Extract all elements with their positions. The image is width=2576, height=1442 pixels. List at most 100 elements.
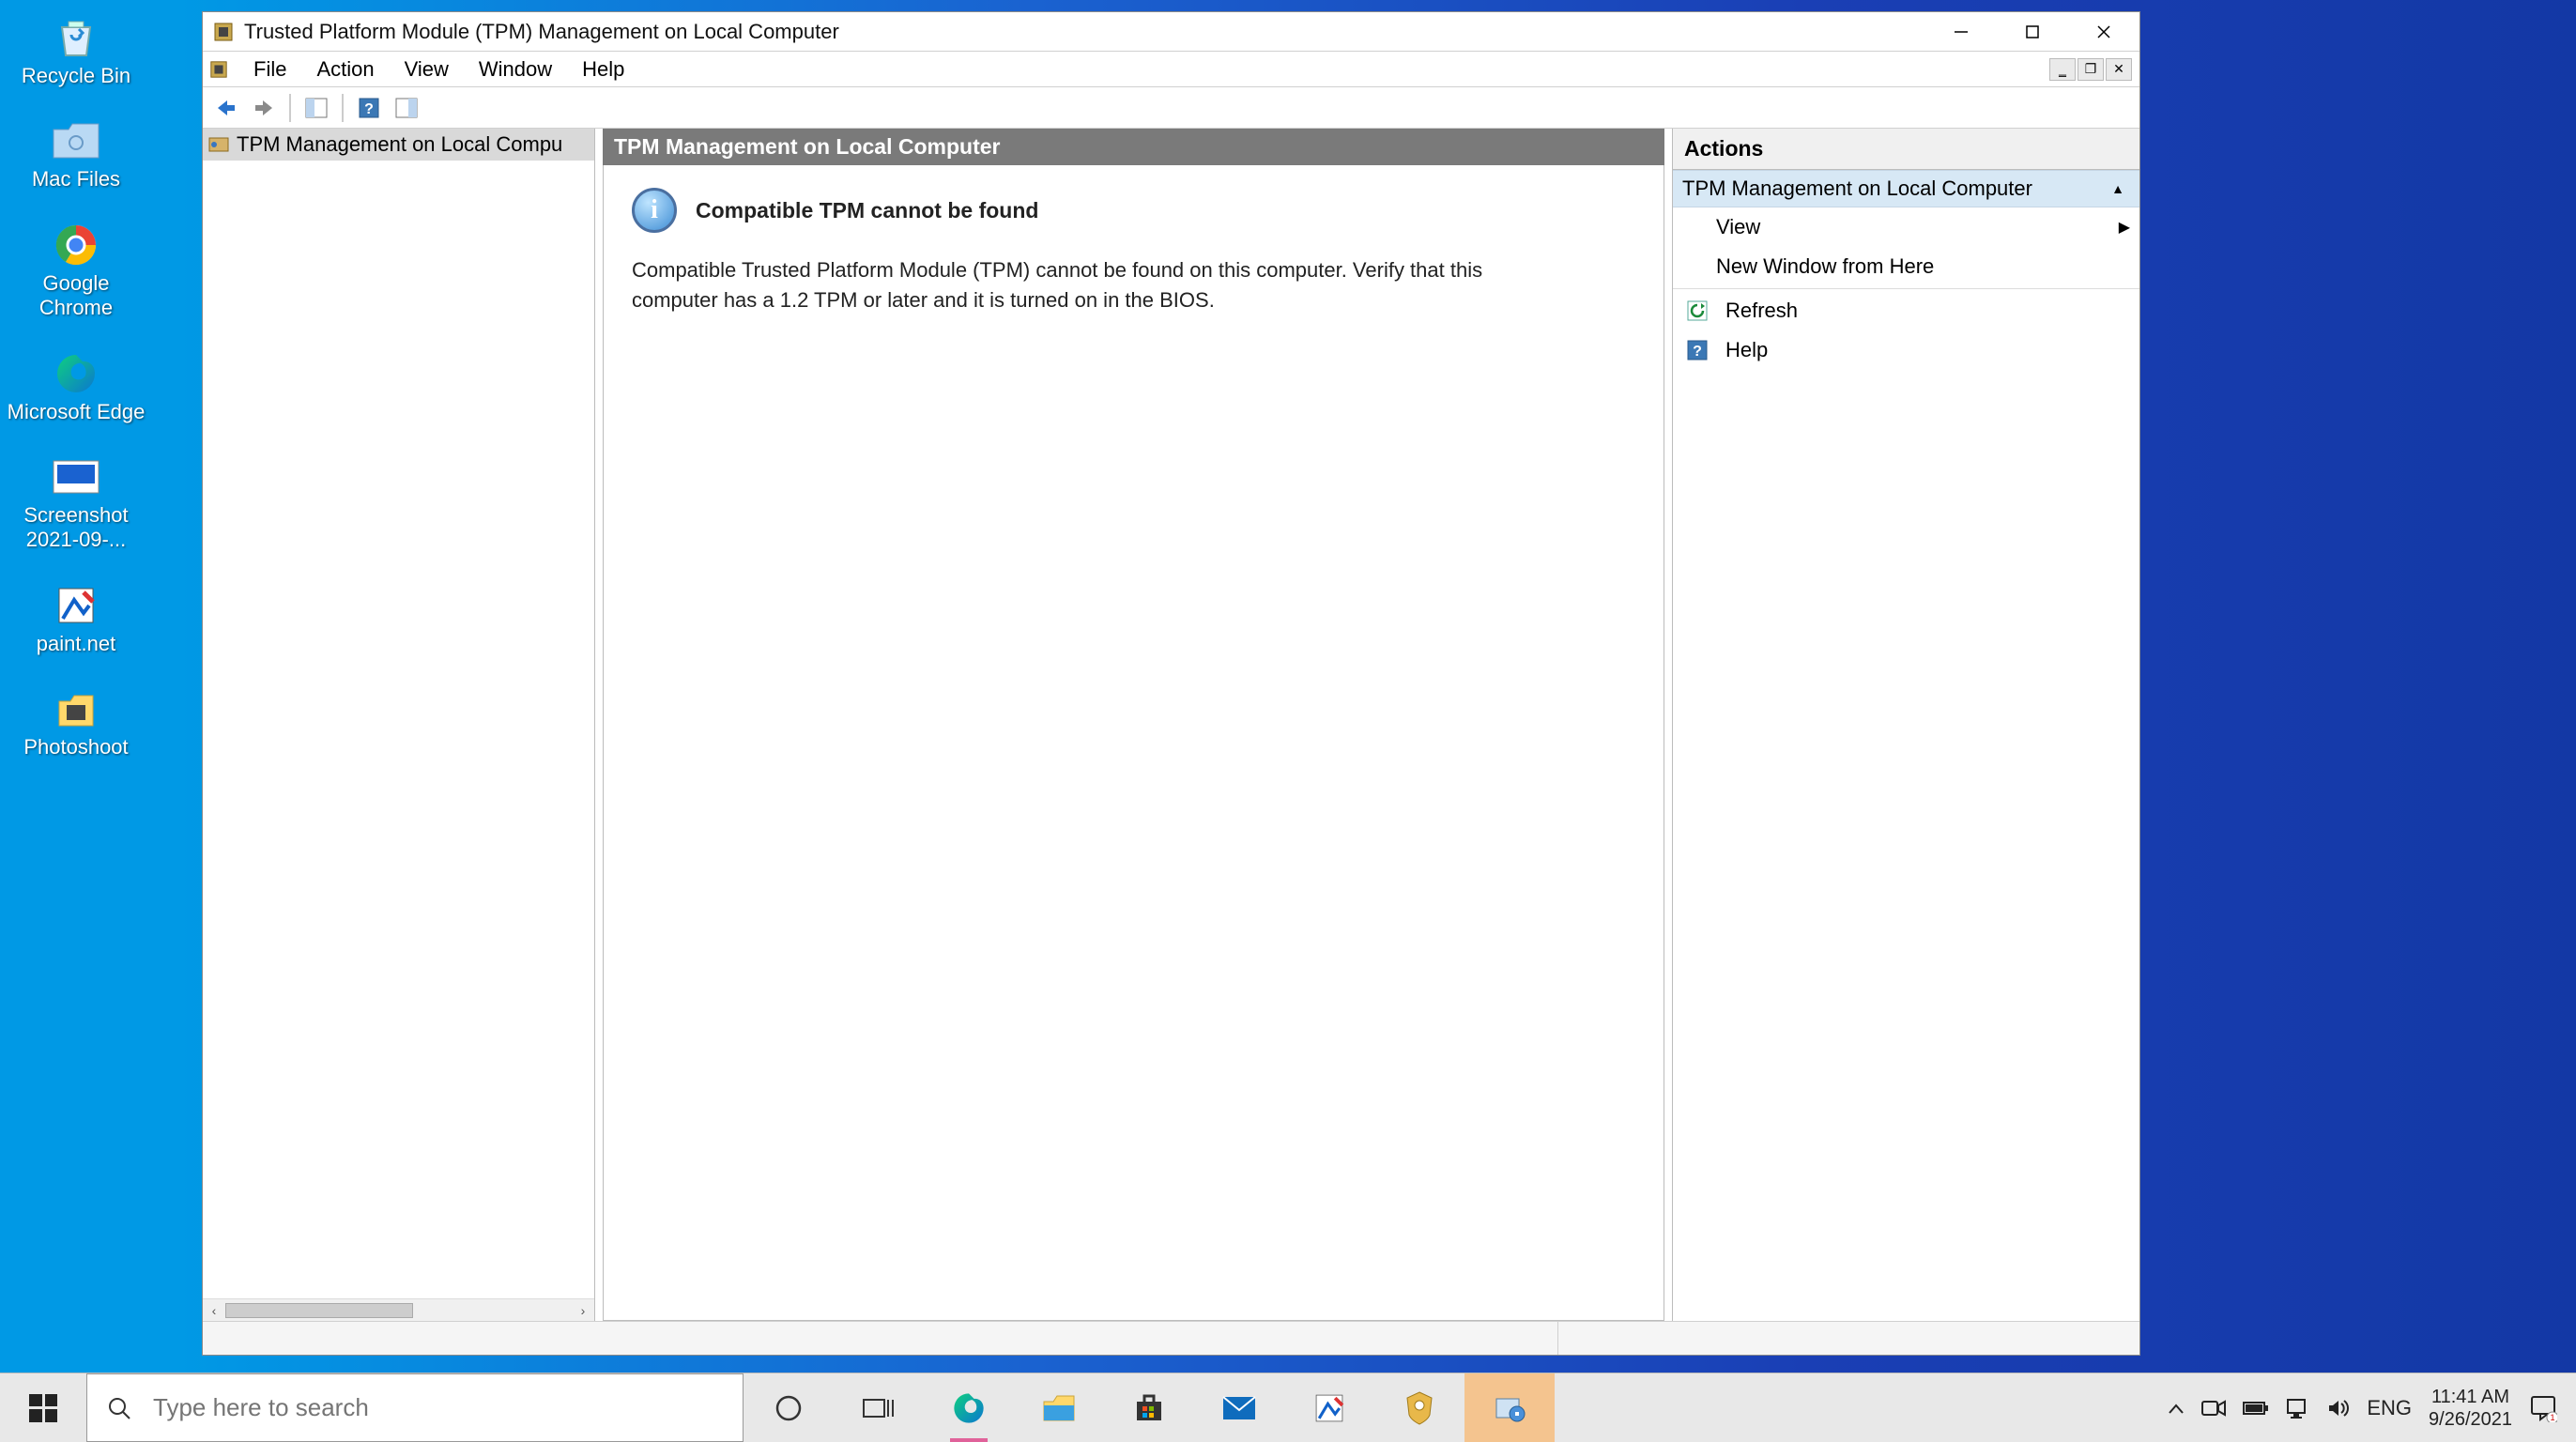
desktop-icon-mac-files[interactable]: Mac Files: [6, 109, 146, 212]
desktop-icon-label: Screenshot 2021-09-...: [6, 503, 146, 553]
search-input[interactable]: [153, 1393, 724, 1422]
tray-meet-now-icon[interactable]: [2201, 1399, 2226, 1418]
tray-network-icon[interactable]: [2286, 1398, 2310, 1419]
taskbar-icons: [744, 1373, 1555, 1442]
tray-action-center-icon[interactable]: 1: [2529, 1394, 2557, 1422]
action-label: View: [1716, 215, 1760, 239]
minimize-button[interactable]: [1925, 12, 1997, 52]
tpm-app-icon: [208, 59, 229, 80]
start-button[interactable]: [0, 1373, 86, 1442]
taskbar-paintnet[interactable]: [1284, 1373, 1374, 1442]
taskbar: ENG 11:41 AM 9/26/2021 1: [0, 1373, 2576, 1442]
folder-photos-icon: [50, 686, 102, 731]
desktop: Recycle Bin Mac Files Google Chrome Micr…: [0, 0, 188, 781]
back-button[interactable]: [208, 91, 244, 125]
desktop-icon-label: Google Chrome: [6, 271, 146, 321]
menubar: File Action View Window Help ‗ ❐ ✕: [203, 52, 2139, 87]
titlebar: Trusted Platform Module (TPM) Management…: [203, 12, 2139, 52]
tray-clock[interactable]: 11:41 AM 9/26/2021: [2429, 1386, 2512, 1431]
tray-language[interactable]: ENG: [2367, 1396, 2412, 1420]
action-label: Help: [1725, 338, 1768, 362]
search-icon: [106, 1395, 132, 1421]
scroll-right-icon[interactable]: ›: [572, 1299, 594, 1322]
tpm-app-icon: [212, 21, 235, 43]
tpm-window: Trusted Platform Module (TPM) Management…: [202, 11, 2140, 1356]
windows-logo-icon: [29, 1394, 57, 1422]
maximize-button[interactable]: [1997, 12, 2068, 52]
actions-section-header[interactable]: TPM Management on Local Computer ▲: [1673, 170, 2139, 207]
center-header: TPM Management on Local Computer: [603, 129, 1664, 165]
taskbar-cortana[interactable]: [744, 1373, 834, 1442]
actions-header: Actions: [1673, 129, 2139, 170]
desktop-icon-microsoft-edge[interactable]: Microsoft Edge: [6, 342, 146, 445]
tree-item-tpm-root[interactable]: TPM Management on Local Compu: [203, 129, 594, 161]
show-hide-action-button[interactable]: [389, 91, 424, 125]
info-title: Compatible TPM cannot be found: [696, 198, 1038, 223]
scroll-left-icon[interactable]: ‹: [203, 1299, 225, 1322]
desktop-icon-screenshot[interactable]: Screenshot 2021-09-...: [6, 445, 146, 574]
window-body: TPM Management on Local Compu ‹ › TPM Ma…: [203, 129, 2139, 1321]
chevron-right-icon: ▶: [2119, 218, 2130, 237]
close-button[interactable]: [2068, 12, 2139, 52]
tree-pane: TPM Management on Local Compu ‹ ›: [203, 129, 595, 1321]
tree-hscrollbar[interactable]: ‹ ›: [203, 1298, 594, 1321]
action-refresh[interactable]: Refresh: [1673, 291, 2139, 330]
taskbar-security[interactable]: [1374, 1373, 1464, 1442]
scroll-thumb[interactable]: [225, 1303, 413, 1318]
desktop-icon-paintnet[interactable]: paint.net: [6, 574, 146, 677]
image-file-icon: [50, 454, 102, 499]
desktop-icon-label: Mac Files: [6, 167, 146, 192]
desktop-icon-photoshoot[interactable]: Photoshoot: [6, 677, 146, 780]
mdi-close-button[interactable]: ✕: [2106, 58, 2132, 81]
action-help[interactable]: ? Help: [1673, 330, 2139, 370]
menu-window[interactable]: Window: [464, 52, 567, 87]
taskbar-mail[interactable]: [1194, 1373, 1284, 1442]
svg-text:?: ?: [364, 101, 374, 117]
action-label: New Window from Here: [1716, 254, 1934, 279]
mdi-restore-button[interactable]: ❐: [2078, 58, 2104, 81]
tray-overflow-icon[interactable]: [2168, 1402, 2185, 1415]
taskbar-task-view[interactable]: [834, 1373, 924, 1442]
tray-date: 9/26/2021: [2429, 1408, 2512, 1431]
svg-text:?: ?: [1693, 344, 1702, 360]
tray-battery-icon[interactable]: [2243, 1401, 2269, 1416]
info-description: Compatible Trusted Platform Module (TPM)…: [632, 255, 1571, 315]
action-label: Refresh: [1725, 299, 1798, 323]
desktop-icon-label: Microsoft Edge: [6, 400, 146, 424]
show-hide-tree-button[interactable]: [299, 91, 334, 125]
actions-section-label: TPM Management on Local Computer: [1682, 176, 2032, 201]
tray-volume-icon[interactable]: [2327, 1398, 2350, 1419]
taskbar-file-explorer[interactable]: [1014, 1373, 1104, 1442]
paintnet-icon: [50, 583, 102, 628]
forward-button[interactable]: [246, 91, 282, 125]
menu-view[interactable]: View: [390, 52, 464, 87]
mdi-minimize-button[interactable]: ‗: [2049, 58, 2076, 81]
taskbar-tpm-mmc[interactable]: [1464, 1373, 1555, 1442]
menu-file[interactable]: File: [238, 52, 301, 87]
tray-time: 11:41 AM: [2429, 1386, 2512, 1408]
help-icon: ?: [1686, 339, 1709, 361]
desktop-icon-google-chrome[interactable]: Google Chrome: [6, 213, 146, 342]
menu-help[interactable]: Help: [567, 52, 639, 87]
desktop-icon-label: paint.net: [6, 632, 146, 656]
menu-action[interactable]: Action: [301, 52, 389, 87]
system-tray: ENG 11:41 AM 9/26/2021 1: [2149, 1373, 2576, 1442]
center-body: i Compatible TPM cannot be found Compati…: [603, 165, 1664, 1321]
window-title: Trusted Platform Module (TPM) Management…: [244, 20, 1925, 44]
taskbar-edge[interactable]: [924, 1373, 1014, 1442]
info-icon: i: [632, 188, 677, 233]
folder-icon: [50, 118, 102, 163]
action-new-window[interactable]: New Window from Here: [1673, 247, 2139, 286]
desktop-icon-label: Recycle Bin: [6, 64, 146, 88]
center-pane: TPM Management on Local Computer i Compa…: [603, 129, 1664, 1321]
recycle-bin-icon: [50, 15, 102, 60]
mdi-controls: ‗ ❐ ✕: [2049, 58, 2132, 81]
desktop-icon-recycle-bin[interactable]: Recycle Bin: [6, 6, 146, 109]
statusbar: [203, 1321, 2139, 1355]
action-view[interactable]: View ▶: [1673, 207, 2139, 247]
edge-icon: [50, 351, 102, 396]
taskbar-microsoft-store[interactable]: [1104, 1373, 1194, 1442]
taskbar-search[interactable]: [86, 1373, 744, 1442]
help-button[interactable]: ?: [351, 91, 387, 125]
collapse-icon[interactable]: ▲: [2106, 179, 2130, 198]
